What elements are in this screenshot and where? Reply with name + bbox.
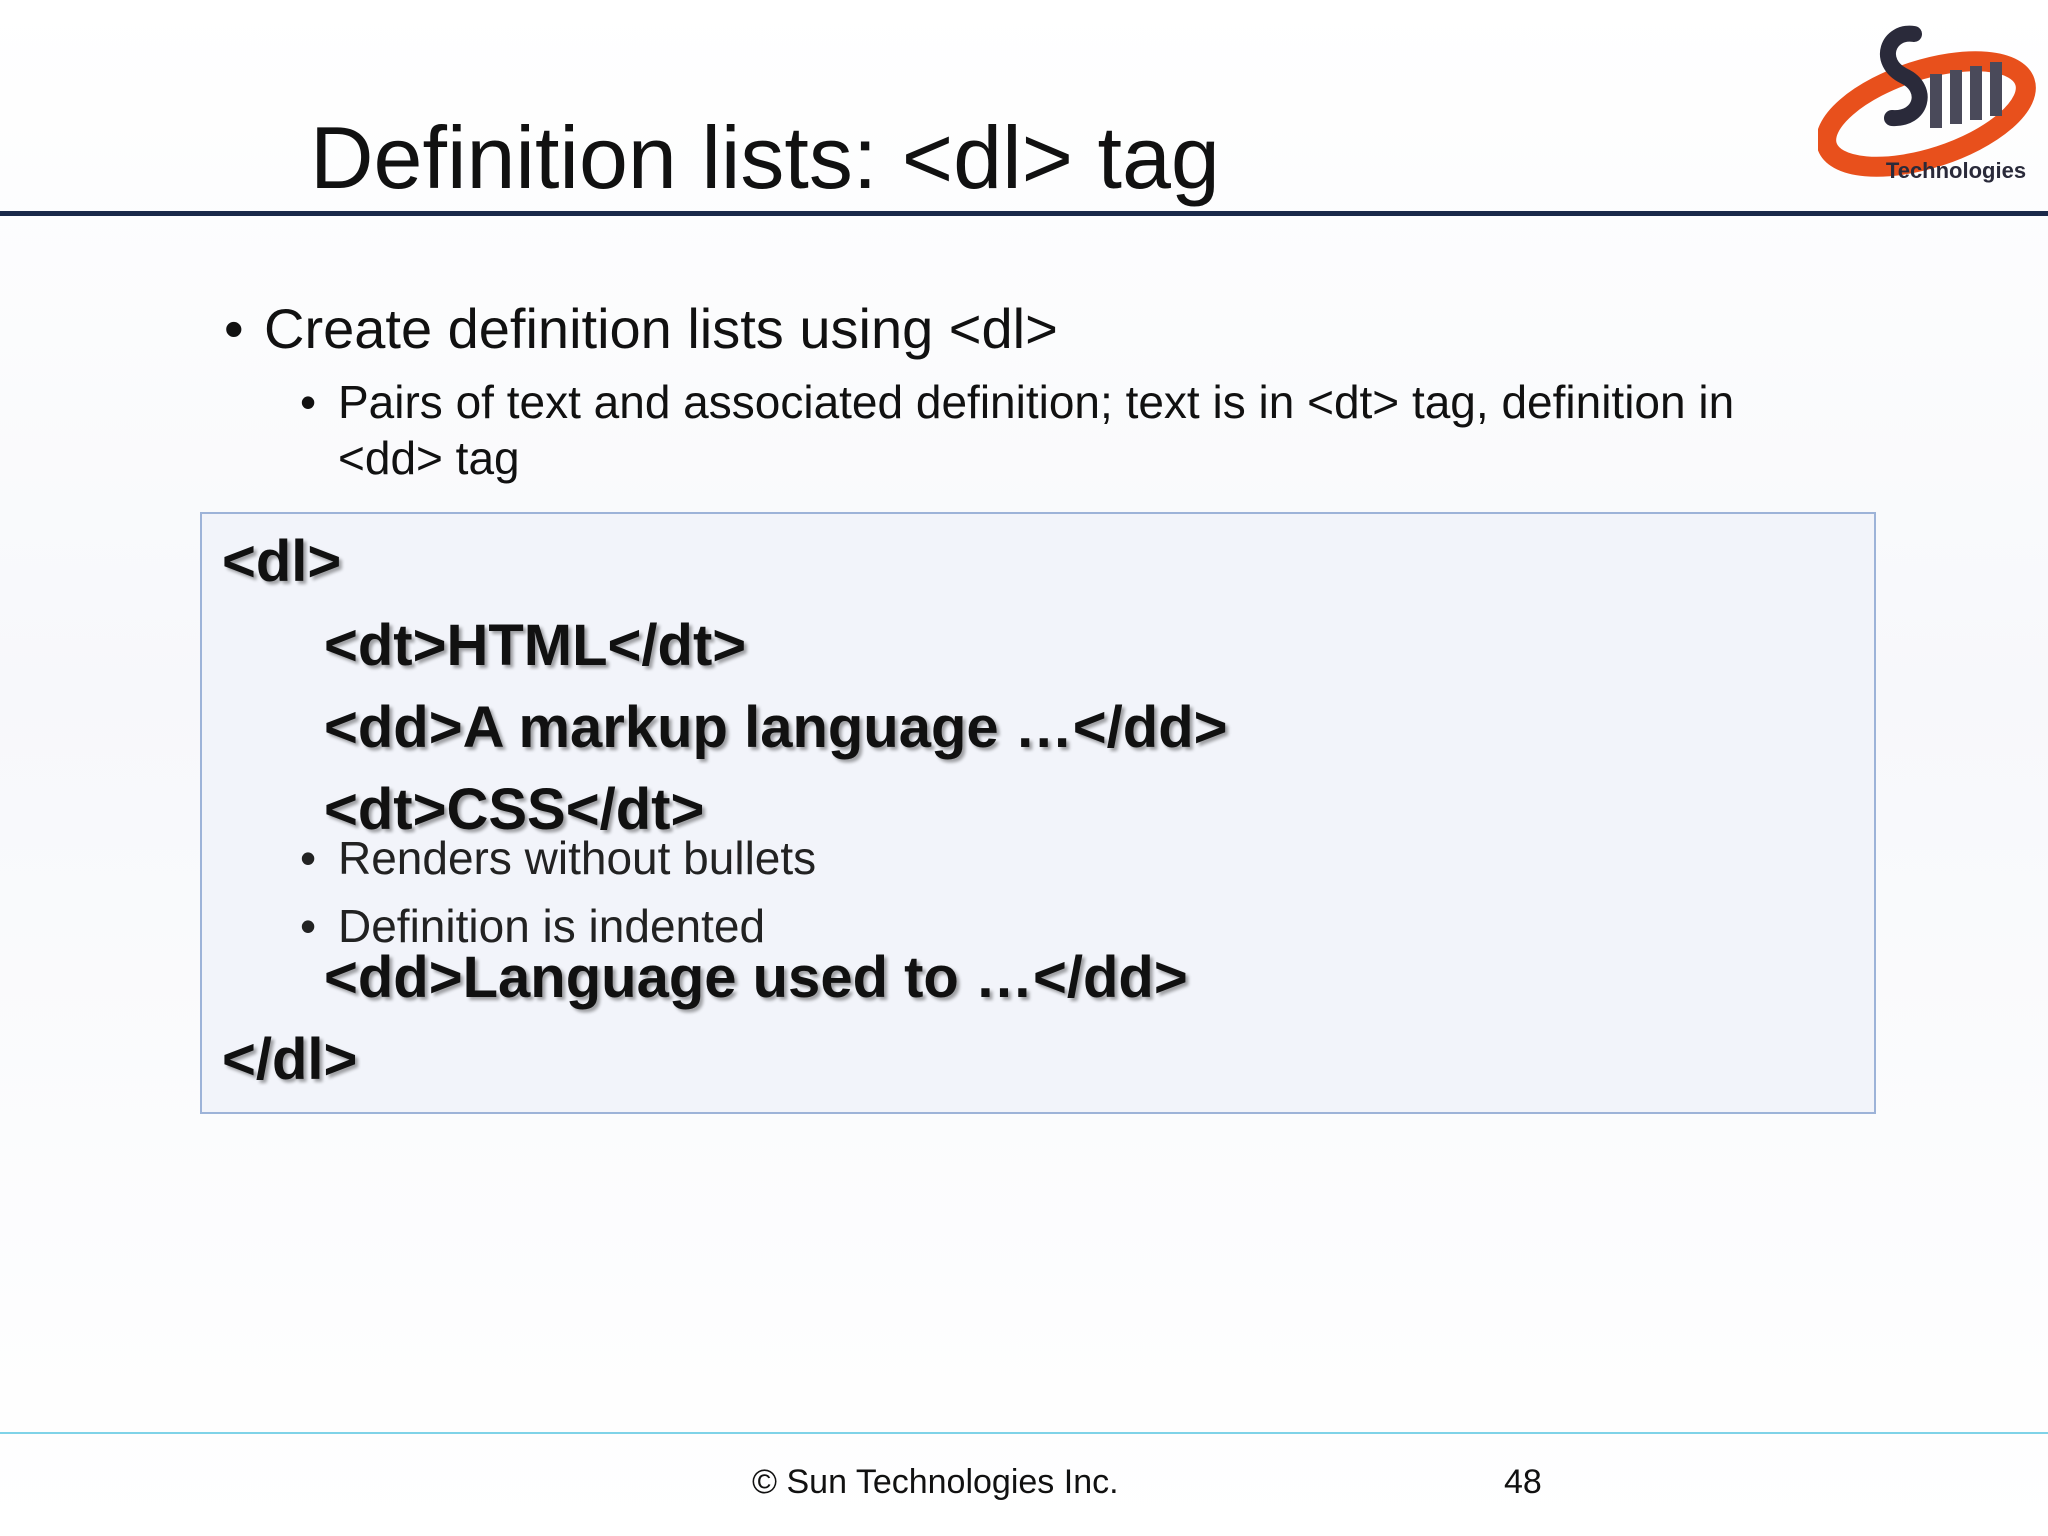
bullet-symbol: • [300,900,317,952]
footer-copyright: © Sun Technologies Inc. [752,1463,1119,1501]
bullet-symbol: • [300,832,317,884]
bullet-text: Create definition lists using <dl> [264,297,1058,360]
page-number: 48 [1504,1463,1542,1501]
code-line: <dt>HTML</dt> [324,613,747,678]
footer-divider [0,1432,2048,1434]
code-line: <dl> [222,529,342,594]
bullet-text: Pairs of text and associated definition;… [338,376,1735,484]
bullet-symbol: • [224,297,244,360]
title-divider [0,211,2048,216]
sun-technologies-logo: Technologies [1818,25,2036,183]
slide-title: Definition lists: <dl> tag [310,108,1220,207]
slide: Definition lists: <dl> tag Technologies … [0,0,2048,1536]
svg-text:Technologies: Technologies [1886,158,2026,183]
bullet-text: Renders without bullets [338,832,817,884]
code-line: <dd>Language used to …</dd> [324,945,1188,1010]
code-line: <dd>A markup language …</dd> [324,695,1228,760]
bullet-symbol: • [300,376,317,428]
code-line: </dl> [222,1027,358,1092]
